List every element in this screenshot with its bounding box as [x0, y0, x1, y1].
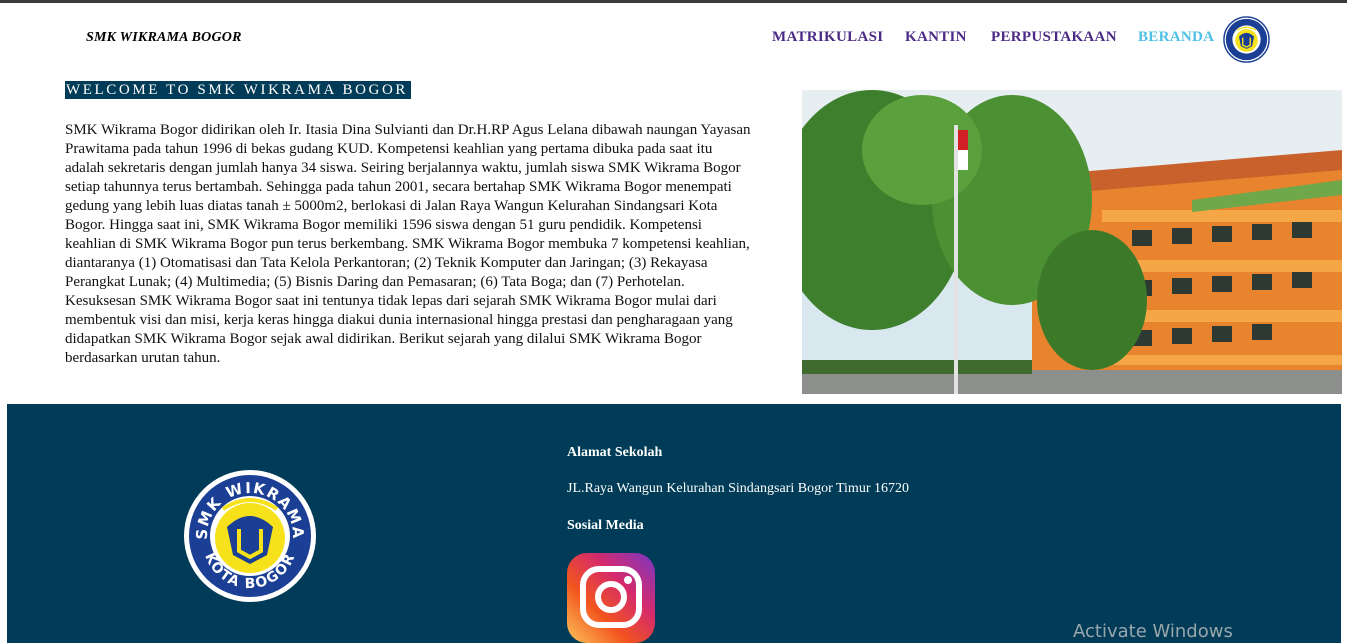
nav-beranda[interactable]: BERANDA: [1138, 29, 1214, 46]
instagram-icon[interactable]: [567, 553, 655, 643]
school-address: JL.Raya Wangun Kelurahan Sindangsari Bog…: [567, 481, 909, 496]
welcome-heading: WELCOME TO SMK WIKRAMA BOGOR: [65, 81, 411, 99]
about-paragraph: SMK Wikrama Bogor didirikan oleh Ir. Ita…: [65, 122, 751, 366]
social-media-heading: Sosial Media: [567, 518, 644, 533]
nav-perpustakaan[interactable]: PERPUSTAKAAN: [991, 29, 1117, 46]
nav-matrikulasi[interactable]: MATRIKULASI: [772, 29, 883, 46]
site-footer: SMK WIKRAMA KOTA BOGOR Alamat Sekolah JL…: [7, 404, 1341, 643]
address-heading: Alamat Sekolah: [567, 445, 663, 460]
window-top-border: [0, 0, 1347, 3]
smk-wikrama-logo-icon[interactable]: [1223, 16, 1270, 63]
activate-windows-watermark: Activate Windows: [1073, 621, 1233, 642]
school-building-photo: [802, 90, 1342, 394]
nav-kantin[interactable]: KANTIN: [905, 29, 967, 46]
site-brand[interactable]: SMK WIKRAMA BOGOR: [86, 30, 242, 46]
smk-wikrama-logo-icon: SMK WIKRAMA KOTA BOGOR: [184, 470, 316, 602]
